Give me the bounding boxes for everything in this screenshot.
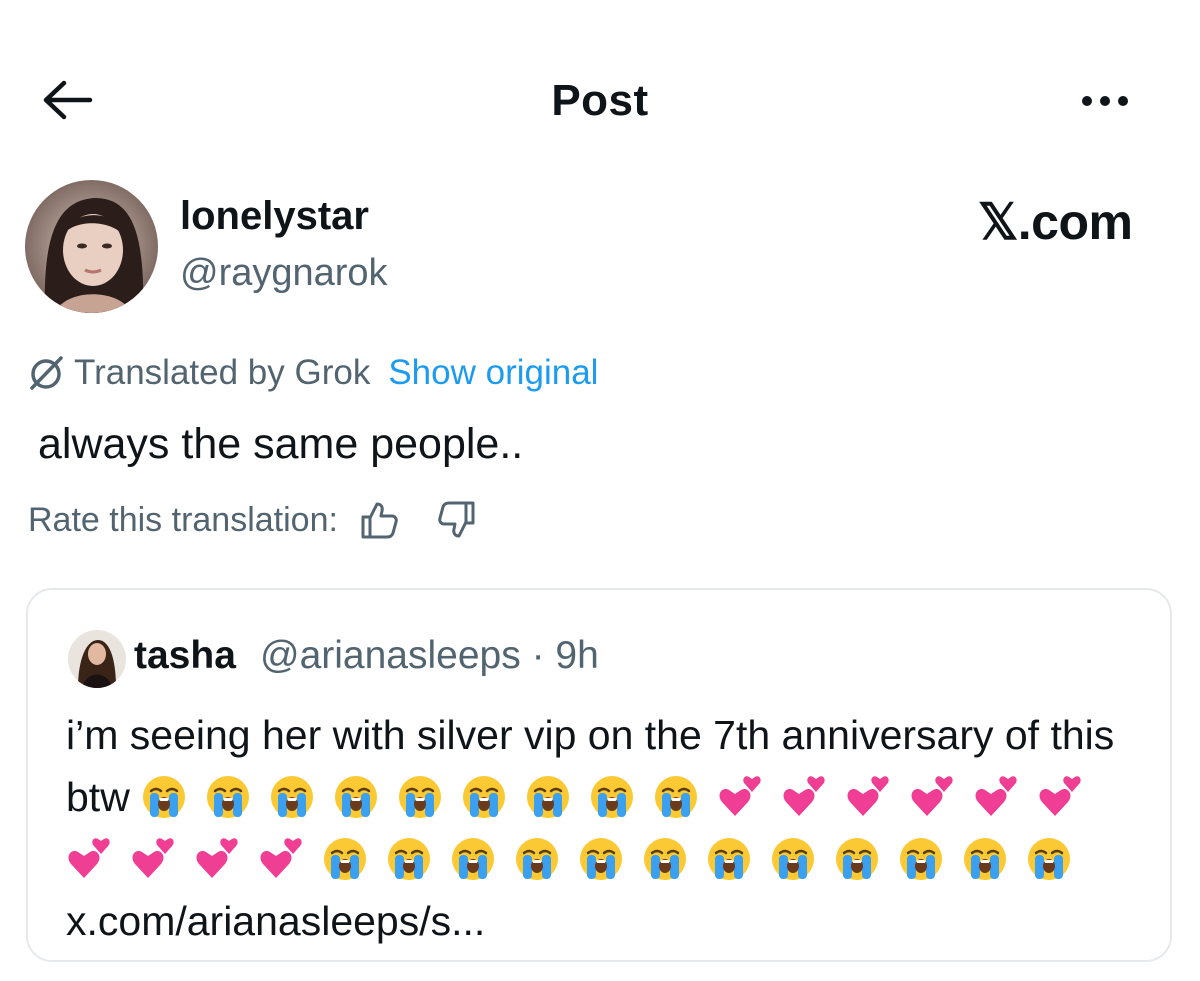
more-options-button[interactable]	[1082, 92, 1142, 110]
author-avatar[interactable]	[25, 180, 158, 313]
grok-icon	[30, 356, 63, 390]
two-hearts-emoji-icon	[130, 836, 176, 882]
loudly-crying-face-emoji-icon	[578, 836, 624, 882]
rate-translation-label: Rate this translation:	[28, 500, 338, 539]
translated-by-label: Translated by Grok	[74, 353, 371, 392]
quoted-author-avatar	[68, 630, 126, 688]
rate-translation: Rate this translation:	[28, 497, 478, 543]
loudly-crying-face-emoji-icon	[141, 774, 187, 820]
loudly-crying-face-emoji-icon	[397, 774, 443, 820]
two-hearts-emoji-icon	[781, 774, 827, 820]
loudly-crying-face-emoji-icon	[461, 774, 507, 820]
loudly-crying-face-emoji-icon	[205, 774, 251, 820]
quoted-author-name: tasha	[134, 634, 236, 677]
loudly-crying-face-emoji-icon	[653, 774, 699, 820]
loudly-crying-face-emoji-icon	[834, 836, 880, 882]
two-hearts-emoji-icon	[194, 836, 240, 882]
loudly-crying-face-emoji-icon	[322, 836, 368, 882]
loudly-crying-face-emoji-icon	[525, 774, 571, 820]
loudly-crying-face-emoji-icon	[386, 836, 432, 882]
page-title: Post	[551, 76, 649, 125]
loudly-crying-face-emoji-icon	[1026, 836, 1072, 882]
loudly-crying-face-emoji-icon	[589, 774, 635, 820]
loudly-crying-face-emoji-icon	[898, 836, 944, 882]
two-hearts-emoji-icon	[66, 836, 112, 882]
loudly-crying-face-emoji-icon	[450, 836, 496, 882]
x-com-watermark: 𝕏.com	[978, 194, 1133, 250]
quoted-author-handle-time: @arianasleeps · 9h	[260, 634, 599, 677]
avatar-photo	[25, 180, 158, 313]
two-hearts-emoji-icon	[845, 774, 891, 820]
loudly-crying-face-emoji-icon	[269, 774, 315, 820]
two-hearts-emoji-icon	[909, 774, 955, 820]
author-display-name[interactable]: lonelystar	[180, 194, 369, 239]
show-original-link[interactable]: Show original	[388, 353, 598, 393]
two-hearts-emoji-icon	[717, 774, 763, 820]
loudly-crying-face-emoji-icon	[962, 836, 1008, 882]
post-text: always the same people..	[38, 420, 524, 468]
loudly-crying-face-emoji-icon	[770, 836, 816, 882]
more-dot-icon	[1100, 96, 1110, 106]
quoted-post[interactable]: tasha @arianasleeps · 9h i’m seeing her …	[26, 588, 1172, 962]
quoted-avatar-photo	[68, 630, 126, 688]
thumbs-up-icon[interactable]	[358, 499, 400, 541]
thumbs-down-icon[interactable]	[436, 499, 478, 541]
loudly-crying-face-emoji-icon	[514, 836, 560, 882]
loudly-crying-face-emoji-icon	[333, 774, 379, 820]
author-handle[interactable]: @raygnarok	[180, 252, 388, 295]
quoted-post-text: i’m seeing her with silver vip on the 7t…	[66, 704, 1146, 952]
two-hearts-emoji-icon	[973, 774, 1019, 820]
more-dot-icon	[1118, 96, 1128, 106]
translation-notice: Translated by Grok Show original	[28, 352, 598, 394]
quoted-post-link[interactable]: x.com/arianasleeps/s...	[66, 898, 485, 944]
loudly-crying-face-emoji-icon	[706, 836, 752, 882]
more-dot-icon	[1082, 96, 1092, 106]
loudly-crying-face-emoji-icon	[642, 836, 688, 882]
two-hearts-emoji-icon	[1037, 774, 1083, 820]
two-hearts-emoji-icon	[258, 836, 304, 882]
